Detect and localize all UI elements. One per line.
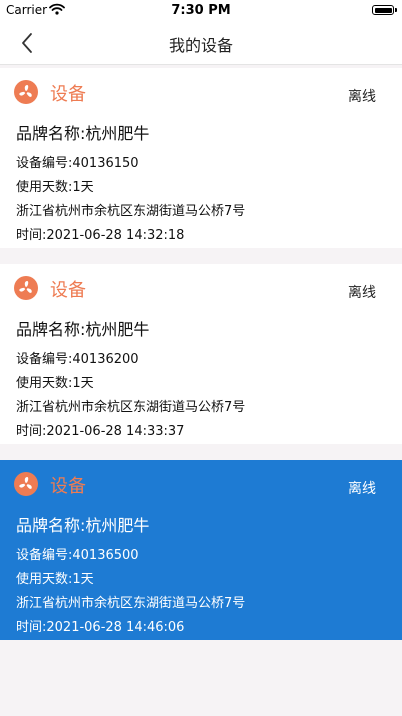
device-name: 设备 <box>50 280 86 301</box>
status-badge: 离线 <box>348 285 376 301</box>
record-time: 时间:2021-06-28 14:33:37 <box>16 424 185 439</box>
device-number: 设备编号:40136200 <box>16 352 139 367</box>
clock-time: 7:30 PM <box>171 3 231 18</box>
device-card[interactable]: 设备 离线 品牌名称:杭州肥牛 设备编号:40136500 使用天数:1天 浙江… <box>0 460 402 640</box>
device-address: 浙江省杭州市余杭区东湖街道马公桥7号 <box>16 204 246 219</box>
battery-icon <box>372 5 397 15</box>
device-name: 设备 <box>50 84 86 105</box>
usage-days: 使用天数:1天 <box>16 180 94 195</box>
status-badge: 离线 <box>348 481 376 497</box>
navigation-bar: 我的设备 <box>0 22 402 65</box>
status-bar: Carrier 7:30 PM <box>0 0 402 22</box>
brand-name: 品牌名称:杭州肥牛 <box>16 516 150 535</box>
fan-icon <box>14 80 38 104</box>
brand-name: 品牌名称:杭州肥牛 <box>16 320 150 339</box>
record-time: 时间:2021-06-28 14:32:18 <box>16 228 185 243</box>
page-title: 我的设备 <box>168 36 233 55</box>
device-address: 浙江省杭州市余杭区东湖街道马公桥7号 <box>16 596 246 611</box>
brand-name: 品牌名称:杭州肥牛 <box>16 124 150 143</box>
device-name: 设备 <box>50 476 86 497</box>
record-time: 时间:2021-06-28 14:46:06 <box>16 620 185 635</box>
device-number: 设备编号:40136150 <box>16 156 139 171</box>
fan-icon <box>14 472 38 496</box>
device-address: 浙江省杭州市余杭区东湖街道马公桥7号 <box>16 400 246 415</box>
device-number: 设备编号:40136500 <box>16 548 139 563</box>
device-card[interactable]: 设备 离线 品牌名称:杭州肥牛 设备编号:40136150 使用天数:1天 浙江… <box>0 68 402 248</box>
status-badge: 离线 <box>348 89 376 105</box>
fan-icon <box>14 276 38 300</box>
device-card[interactable]: 设备 离线 品牌名称:杭州肥牛 设备编号:40136200 使用天数:1天 浙江… <box>0 264 402 444</box>
usage-days: 使用天数:1天 <box>16 572 94 587</box>
usage-days: 使用天数:1天 <box>16 376 94 391</box>
